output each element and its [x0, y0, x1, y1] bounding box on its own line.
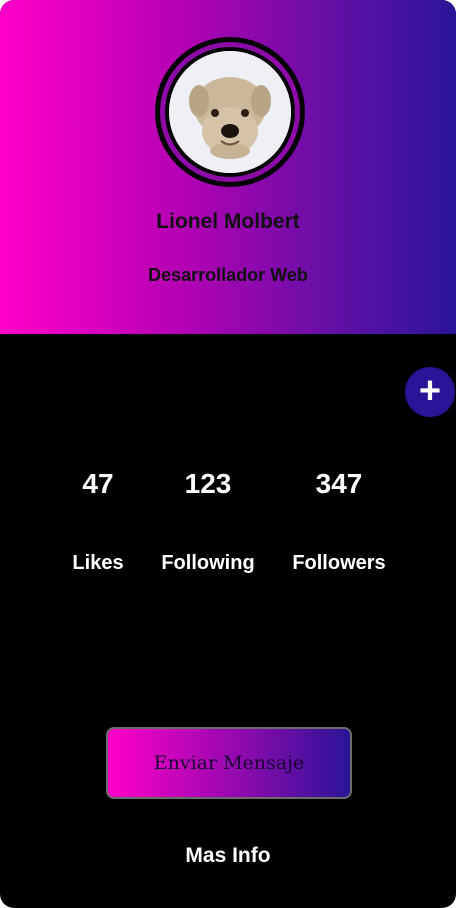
plus-icon: +: [418, 370, 442, 412]
profile-header: Lionel Molbert Desarrollador Web: [0, 0, 456, 334]
profile-name: Lionel Molbert: [156, 210, 300, 233]
send-message-button[interactable]: Enviar Mensaje: [106, 727, 352, 799]
stat-value: 47: [82, 468, 114, 499]
avatar-frame: [155, 37, 305, 187]
stat-value: 347: [315, 468, 363, 499]
stat-label-following: Following: [148, 552, 268, 575]
stat-label-followers: Followers: [279, 552, 399, 575]
stat-label: Followers: [292, 552, 386, 574]
stat-value: 123: [184, 468, 232, 499]
stat-label: Following: [161, 552, 255, 574]
profile-card: Lionel Molbert Desarrollador Web + 47 12…: [0, 0, 456, 908]
profile-role: Desarrollador Web: [148, 265, 308, 285]
stat-label: Likes: [72, 552, 124, 574]
stat-likes: 47: [58, 468, 138, 500]
stat-label-likes: Likes: [58, 552, 138, 575]
stat-following: 123: [158, 468, 258, 500]
avatar: [169, 51, 291, 173]
add-button[interactable]: +: [405, 367, 455, 417]
stat-followers: 347: [289, 468, 389, 500]
more-info-link[interactable]: Mas Info: [0, 844, 456, 868]
